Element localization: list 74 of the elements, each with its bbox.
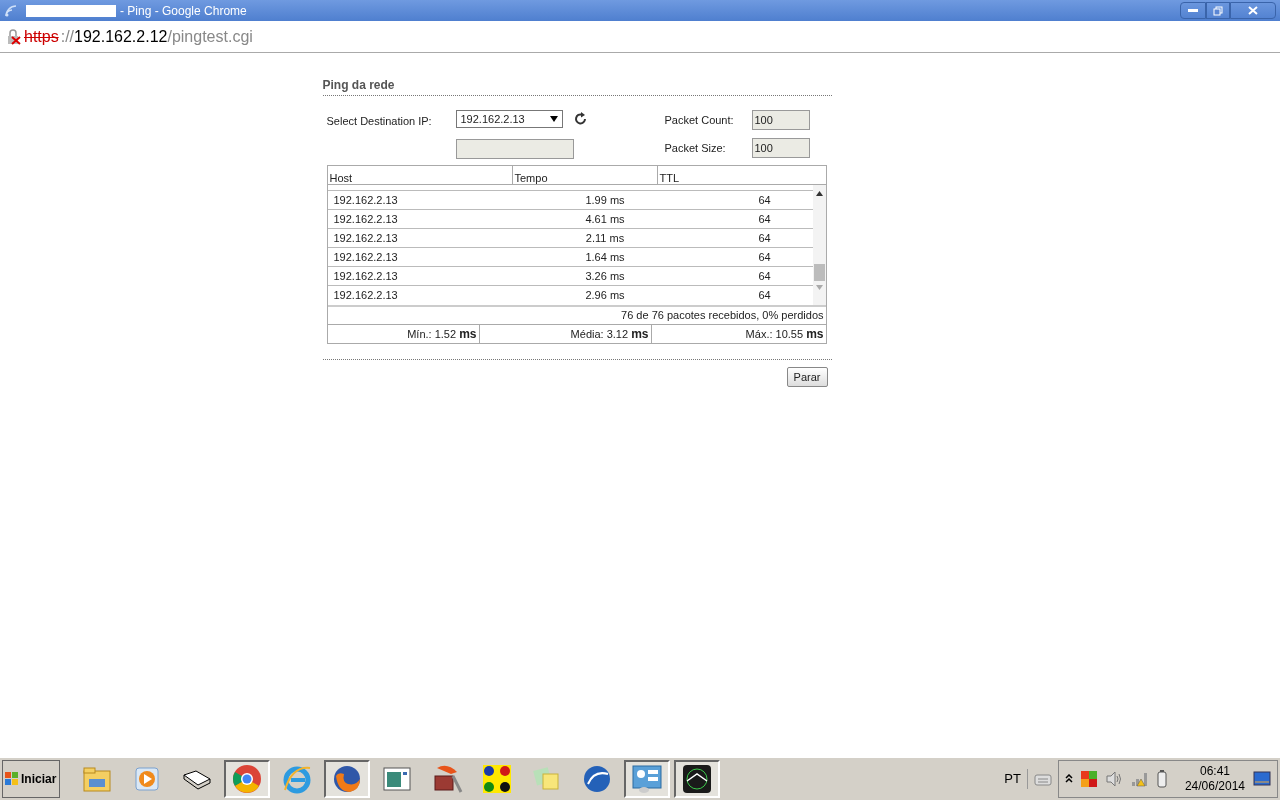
close-icon <box>1248 6 1258 15</box>
table-cell-text: 4.61 ms <box>584 211 626 227</box>
colorful-dots-icon <box>481 763 513 795</box>
windows-logo-icon <box>5 772 19 786</box>
refresh-icon[interactable] <box>573 112 588 126</box>
taskbar-button[interactable] <box>324 760 370 798</box>
field-label: Select Destination IP: <box>326 115 432 127</box>
start-button[interactable]: Iniciar <box>2 760 60 798</box>
sticky-notes-icon <box>532 765 562 793</box>
table-cell-text: 1.99 ms <box>584 192 626 208</box>
table-cell-text: 192.162.2.13 <box>332 230 399 246</box>
stop-button[interactable]: Parar <box>786 367 828 387</box>
table-cell-text: 1.64 ms <box>584 249 626 265</box>
stat-value: Média: 3.12 ms <box>570 326 649 343</box>
clock-time[interactable]: 06:41 <box>1199 764 1230 779</box>
book-icon <box>182 767 212 791</box>
table-cell-text: 64 <box>757 268 772 284</box>
scroll-thumb[interactable] <box>813 264 825 281</box>
table-cell-text: 192.162.2.13 <box>332 287 399 303</box>
browser-icon <box>232 764 262 794</box>
play-icon <box>133 765 161 793</box>
dropdown-arrow-icon <box>549 116 558 122</box>
field-label: Packet Size: <box>664 140 727 156</box>
folder-icon <box>82 765 112 793</box>
ip-dropdown[interactable]: 192.162.2.13 <box>455 110 563 128</box>
scrollbar[interactable] <box>812 185 826 305</box>
close-button[interactable] <box>1230 2 1276 19</box>
scroll-up-icon[interactable] <box>815 191 823 196</box>
table-cell-text: 3.26 ms <box>584 268 626 284</box>
packet-count-field[interactable]: 100 <box>751 110 810 130</box>
table-cell-text: 192.162.2.13 <box>332 192 399 208</box>
table-cell-text: 2.96 ms <box>584 287 626 303</box>
column-header: Tempo <box>512 166 658 184</box>
table-cell-text: 2.11 ms <box>584 230 626 246</box>
column-header: TTL <box>658 171 681 184</box>
table-cell-text: 192.162.2.13 <box>332 268 399 284</box>
minimize-button[interactable] <box>1180 2 1206 19</box>
table-cell-text: 192.162.2.13 <box>332 211 399 227</box>
url-text: ://192.162.2.12/pingtest.cgi <box>60 26 253 47</box>
stat-value: Máx.: 10.55 ms <box>745 326 824 343</box>
brick-wall-icon <box>431 764 463 794</box>
field-label: Packet Count: <box>664 112 735 128</box>
table-cell-text: 192.162.2.13 <box>332 249 399 265</box>
ip-input[interactable] <box>455 139 574 159</box>
round-icon <box>582 764 612 794</box>
language-indicator[interactable]: PT <box>998 769 1028 789</box>
clock-date[interactable]: 24/06/2014 <box>1184 779 1245 794</box>
chevron-up-icon[interactable] <box>1064 774 1073 784</box>
window-title: - Ping - Google Chrome <box>120 2 247 20</box>
desktop-icon[interactable] <box>1253 771 1271 787</box>
table-cell-text: 64 <box>757 249 772 265</box>
restore-button[interactable] <box>1206 2 1230 19</box>
summary-text: 76 de 76 pacotes recebidos, 0% perdidos <box>621 308 824 324</box>
speaker-icon[interactable] <box>1104 771 1123 787</box>
url-scheme: https <box>24 26 59 47</box>
browser-fox-icon <box>332 764 362 794</box>
table-cell-text: 64 <box>757 211 772 227</box>
table-cell-text: 64 <box>757 230 772 246</box>
packet-size-field[interactable]: 100 <box>751 138 810 158</box>
broken-lock-icon <box>6 28 22 45</box>
wifi-icon <box>4 3 18 18</box>
colored-squares-icon[interactable] <box>1080 771 1097 787</box>
radar-icon <box>682 764 712 794</box>
taskbar-button[interactable] <box>674 760 720 798</box>
column-header: Host <box>327 166 513 184</box>
battery-icon[interactable] <box>1156 770 1167 788</box>
restore-icon <box>1213 5 1223 16</box>
section-title: Ping da rede <box>322 77 396 94</box>
window-icon <box>382 765 412 793</box>
browser-e-icon <box>282 764 312 794</box>
table-cell-text: 64 <box>757 287 772 303</box>
table-cell-text: 64 <box>757 192 772 208</box>
control-panel-icon <box>631 764 663 794</box>
stat-value: Mín.: 1.52 ms <box>407 326 477 343</box>
